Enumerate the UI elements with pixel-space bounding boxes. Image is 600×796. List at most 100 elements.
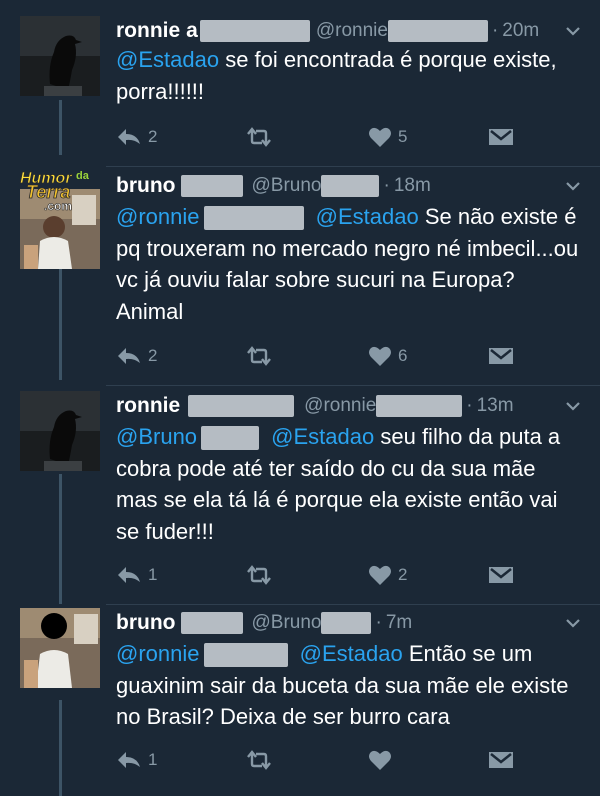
humor-da-terra-logo: Humor da Terra .com	[20, 170, 90, 211]
retweet-button[interactable]	[244, 561, 280, 589]
chevron-down-icon[interactable]	[564, 177, 582, 195]
reply-icon	[118, 129, 140, 145]
tweet-time-separator: ·	[375, 612, 382, 633]
tweet-1[interactable]: ronnie a @ronnie · 20m @Estadao se foi e…	[0, 16, 600, 166]
avatar-bruno[interactable]	[20, 608, 100, 688]
like-button[interactable]: 2	[368, 561, 407, 589]
mention[interactable]: @Estadao	[271, 424, 374, 449]
tweet-actions: 1	[116, 746, 600, 774]
redacted-name	[181, 612, 244, 634]
redacted-handle	[321, 612, 372, 634]
display-name[interactable]: bruno	[116, 174, 175, 198]
direct-message-button[interactable]	[488, 746, 520, 774]
reply-button[interactable]: 1	[116, 561, 157, 589]
retweet-icon	[247, 346, 271, 366]
mention[interactable]: @Estadao	[316, 204, 419, 229]
tweet-time[interactable]: 18m	[394, 175, 431, 197]
tweet-time-separator: ·	[466, 395, 473, 416]
mention[interactable]: @ronnie	[116, 204, 200, 229]
redacted-handle	[387, 20, 488, 42]
avatar-crow[interactable]	[20, 16, 100, 96]
redacted-name	[199, 20, 310, 42]
direct-message-icon	[489, 129, 513, 145]
like-button[interactable]: 5	[368, 123, 407, 151]
direct-message-icon	[489, 752, 513, 768]
reply-count: 1	[148, 565, 158, 584]
tweet-4[interactable]: bruno @Bruno · 7m @ronnie @Estadao Então…	[0, 608, 600, 796]
retweet-button[interactable]	[244, 342, 280, 370]
reply-button[interactable]: 1	[116, 746, 157, 774]
tweet-text: @Bruno @Estadao seu filho da puta a cobr…	[116, 421, 580, 547]
direct-message-button[interactable]	[488, 561, 520, 589]
tweet-time[interactable]: 20m	[502, 20, 539, 42]
tweet-header: ronnie a @ronnie · 20m	[116, 16, 560, 46]
reply-count: 2	[148, 346, 158, 365]
tweet-divider	[106, 385, 600, 386]
tweet-time[interactable]: 7m	[386, 612, 412, 634]
tweet-text: @ronnie @Estadao Se não existe é pq trou…	[116, 201, 580, 327]
tweet-header: ronnie @ronnie · 13m	[116, 391, 560, 421]
like-icon	[369, 750, 391, 770]
redacted-handle	[376, 395, 463, 417]
tweet-divider	[106, 166, 600, 167]
redacted-mention	[203, 206, 304, 231]
redacted-name	[188, 395, 295, 417]
user-handle[interactable]: @ronnie	[304, 395, 376, 417]
direct-message-button[interactable]	[488, 342, 520, 370]
svg-text:.com: .com	[44, 199, 72, 211]
avatar-crow[interactable]	[20, 391, 100, 471]
reply-count: 1	[148, 750, 158, 769]
reply-button[interactable]: 2	[116, 342, 157, 370]
chevron-down-icon[interactable]	[564, 397, 582, 415]
retweet-icon	[247, 750, 271, 770]
mention[interactable]: @Bruno	[116, 424, 197, 449]
chevron-down-icon[interactable]	[564, 22, 582, 40]
tweet-2[interactable]: Humor da Terra .com bruno @Bruno · 18m @…	[0, 170, 600, 381]
reply-count: 2	[148, 127, 158, 146]
like-button[interactable]: 6	[368, 342, 407, 370]
tweet-time[interactable]: 13m	[477, 395, 514, 417]
svg-text:da: da	[76, 170, 90, 182]
direct-message-icon	[489, 348, 513, 364]
user-handle[interactable]: @Bruno	[251, 612, 321, 634]
like-count: 5	[398, 127, 408, 146]
display-name[interactable]: ronnie	[116, 394, 180, 418]
tweet-actions: 2 5	[116, 123, 600, 151]
mention[interactable]: @Estadao	[300, 641, 403, 666]
reply-icon	[118, 752, 140, 768]
display-name[interactable]: bruno	[116, 611, 175, 635]
retweet-button[interactable]	[244, 123, 280, 151]
retweet-icon	[247, 127, 271, 147]
tweet-3[interactable]: ronnie @ronnie · 13m @Bruno @Estadao seu…	[0, 391, 600, 601]
user-handle[interactable]: @ronnie	[316, 20, 388, 42]
tweet-time-separator: ·	[383, 175, 390, 196]
tweet-text: @ronnie @Estadao Então se um guaxinim sa…	[116, 638, 580, 733]
direct-message-icon	[489, 567, 513, 583]
like-count: 2	[398, 565, 408, 584]
direct-message-button[interactable]	[488, 123, 520, 151]
like-button[interactable]	[368, 746, 398, 774]
mention[interactable]: @Estadao	[116, 47, 219, 72]
redacted-mention	[201, 426, 260, 451]
like-count: 6	[398, 346, 408, 365]
display-name-suffix: a	[186, 19, 198, 42]
redacted-name	[181, 175, 244, 197]
reply-icon	[118, 567, 140, 583]
display-name[interactable]: ronnie	[116, 19, 180, 43]
tweet-text: @Estadao se foi encontrada é porque exis…	[116, 44, 580, 107]
reply-icon	[118, 348, 140, 364]
redacted-handle	[321, 175, 380, 197]
chevron-down-icon[interactable]	[564, 614, 582, 632]
like-icon	[369, 127, 391, 147]
mention[interactable]: @ronnie	[116, 641, 200, 666]
tweet-time-separator: ·	[491, 20, 499, 41]
redacted-mention	[203, 643, 288, 668]
retweet-icon	[247, 565, 271, 585]
like-icon	[369, 565, 391, 585]
tweet-actions: 1 2	[116, 561, 600, 589]
reply-button[interactable]: 2	[116, 123, 157, 151]
tweet-actions: 2 6	[116, 342, 600, 370]
retweet-button[interactable]	[244, 746, 280, 774]
tweet-header: bruno @Bruno · 7m	[116, 608, 560, 638]
user-handle[interactable]: @Bruno	[251, 175, 321, 197]
